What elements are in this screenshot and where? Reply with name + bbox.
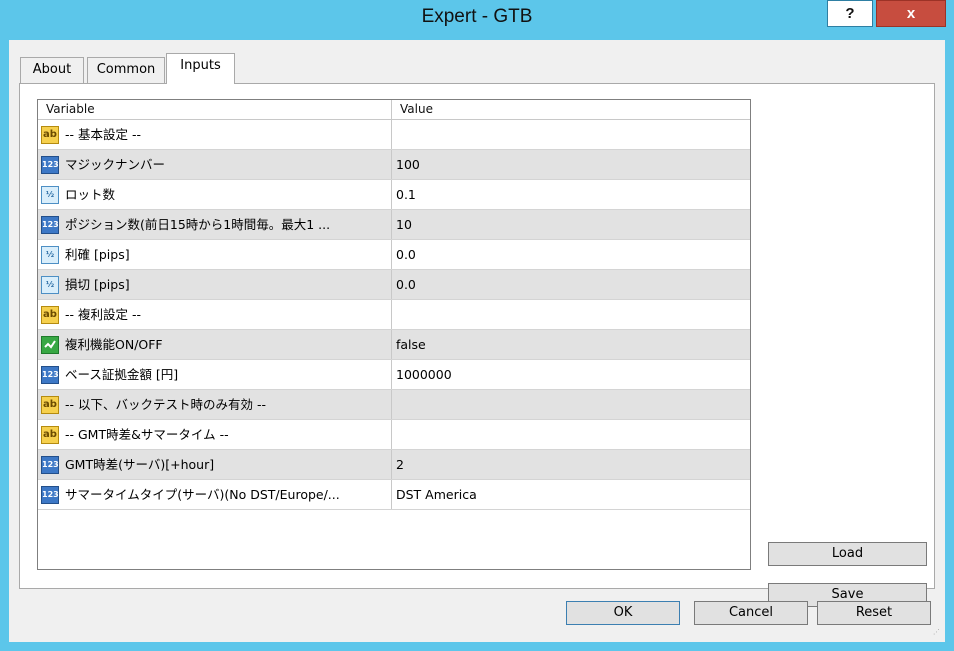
column-header-value[interactable]: Value bbox=[392, 100, 742, 119]
grid-header: Variable Value bbox=[38, 100, 750, 120]
string-type-icon: ab bbox=[41, 395, 59, 414]
table-row[interactable]: ab -- 以下、バックテスト時のみ有効 -- bbox=[38, 390, 750, 420]
tab-common[interactable]: Common bbox=[87, 57, 165, 83]
integer-type-icon: 123 bbox=[41, 215, 59, 234]
variable-name: -- 複利設定 -- bbox=[65, 307, 141, 322]
double-type-icon: ½ bbox=[41, 275, 59, 294]
help-button[interactable]: ? bbox=[827, 0, 873, 27]
variable-cell: 複利機能ON/OFF bbox=[38, 330, 392, 359]
value-cell[interactable]: false bbox=[392, 330, 742, 359]
variable-cell: ab -- 基本設定 -- bbox=[38, 120, 392, 149]
variable-cell: ½ 利確 [pips] bbox=[38, 240, 392, 269]
variable-cell: 123 ベース証拠金額 [円] bbox=[38, 360, 392, 389]
variable-name: 複利機能ON/OFF bbox=[65, 337, 163, 352]
string-type-icon: ab bbox=[41, 125, 59, 144]
value-cell[interactable] bbox=[392, 390, 742, 419]
table-row[interactable]: 複利機能ON/OFF false bbox=[38, 330, 750, 360]
integer-type-icon: 123 bbox=[41, 155, 59, 174]
variable-cell: ab -- GMT時差&サマータイム -- bbox=[38, 420, 392, 449]
window-title: Expert - GTB bbox=[421, 6, 533, 27]
inputs-panel: Variable Value ab -- 基本設定 -- 123 マジックナンバー … bbox=[19, 83, 935, 607]
double-type-icon: ½ bbox=[41, 185, 59, 204]
table-row[interactable]: 123 ポジション数(前日15時から1時間毎。最大1 ... 10 bbox=[38, 210, 750, 240]
table-row[interactable]: ab -- 複利設定 -- bbox=[38, 300, 750, 330]
value-cell[interactable]: 2 bbox=[392, 450, 742, 479]
reset-button[interactable]: Reset bbox=[817, 601, 931, 625]
variable-name: -- GMT時差&サマータイム -- bbox=[65, 427, 229, 442]
variable-cell: ab -- 以下、バックテスト時のみ有効 -- bbox=[38, 390, 392, 419]
variable-name: マジックナンバー bbox=[65, 157, 166, 172]
table-row[interactable]: ab -- 基本設定 -- bbox=[38, 120, 750, 150]
value-cell[interactable]: 10 bbox=[392, 210, 742, 239]
table-row[interactable]: ½ 損切 [pips] 0.0 bbox=[38, 270, 750, 300]
column-header-variable[interactable]: Variable bbox=[38, 100, 392, 119]
value-cell[interactable]: 0.0 bbox=[392, 270, 742, 299]
title-bar[interactable]: Expert - GTB ? x bbox=[0, 0, 954, 38]
integer-type-icon: 123 bbox=[41, 485, 59, 504]
integer-type-icon: 123 bbox=[41, 365, 59, 384]
dialog-client: About Common Inputs Variable Value ab -- … bbox=[9, 40, 945, 642]
value-cell[interactable] bbox=[392, 120, 742, 149]
cancel-button[interactable]: Cancel bbox=[694, 601, 808, 625]
table-row[interactable]: 123 サマータイムタイプ(サーバ)(No DST/Europe/... DST … bbox=[38, 480, 750, 510]
string-type-icon: ab bbox=[41, 425, 59, 444]
load-button[interactable]: Load bbox=[768, 542, 927, 566]
table-row[interactable]: ½ ロット数 0.1 bbox=[38, 180, 750, 210]
variable-name: GMT時差(サーバ)[+hour] bbox=[65, 457, 215, 472]
variable-cell: 123 ポジション数(前日15時から1時間毎。最大1 ... bbox=[38, 210, 392, 239]
close-button[interactable]: x bbox=[876, 0, 946, 27]
value-cell[interactable]: 0.0 bbox=[392, 240, 742, 269]
value-cell[interactable] bbox=[392, 420, 742, 449]
tab-inputs[interactable]: Inputs bbox=[166, 53, 235, 84]
variable-name: サマータイムタイプ(サーバ)(No DST/Europe/... bbox=[65, 487, 340, 502]
variable-name: -- 以下、バックテスト時のみ有効 -- bbox=[65, 397, 266, 412]
value-cell[interactable]: 1000000 bbox=[392, 360, 742, 389]
ok-button[interactable]: OK bbox=[566, 601, 680, 625]
value-cell[interactable] bbox=[392, 300, 742, 329]
string-type-icon: ab bbox=[41, 305, 59, 324]
table-row[interactable]: 123 ベース証拠金額 [円] 1000000 bbox=[38, 360, 750, 390]
variable-name: ポジション数(前日15時から1時間毎。最大1 ... bbox=[65, 217, 331, 232]
table-row[interactable]: ab -- GMT時差&サマータイム -- bbox=[38, 420, 750, 450]
variable-name: -- 基本設定 -- bbox=[65, 127, 141, 142]
double-type-icon: ½ bbox=[41, 245, 59, 264]
variable-name: ロット数 bbox=[65, 187, 116, 202]
value-cell[interactable]: 0.1 bbox=[392, 180, 742, 209]
table-row[interactable]: ½ 利確 [pips] 0.0 bbox=[38, 240, 750, 270]
integer-type-icon: 123 bbox=[41, 455, 59, 474]
variable-cell: 123 サマータイムタイプ(サーバ)(No DST/Europe/... bbox=[38, 480, 392, 509]
resize-grip-icon[interactable]: ⋰ bbox=[933, 629, 941, 638]
value-cell[interactable]: DST America bbox=[392, 480, 742, 509]
inputs-grid: Variable Value ab -- 基本設定 -- 123 マジックナンバー … bbox=[37, 99, 751, 570]
variable-cell: 123 マジックナンバー bbox=[38, 150, 392, 179]
variable-cell: ½ ロット数 bbox=[38, 180, 392, 209]
variable-name: 損切 [pips] bbox=[65, 277, 130, 292]
variable-name: ベース証拠金額 [円] bbox=[65, 367, 179, 382]
variable-cell: ab -- 複利設定 -- bbox=[38, 300, 392, 329]
bool-type-icon bbox=[41, 335, 59, 354]
table-row[interactable]: 123 マジックナンバー 100 bbox=[38, 150, 750, 180]
variable-cell: ½ 損切 [pips] bbox=[38, 270, 392, 299]
value-cell[interactable]: 100 bbox=[392, 150, 742, 179]
variable-name: 利確 [pips] bbox=[65, 247, 130, 262]
table-row[interactable]: 123 GMT時差(サーバ)[+hour] 2 bbox=[38, 450, 750, 480]
tab-about[interactable]: About bbox=[20, 57, 84, 83]
variable-cell: 123 GMT時差(サーバ)[+hour] bbox=[38, 450, 392, 479]
